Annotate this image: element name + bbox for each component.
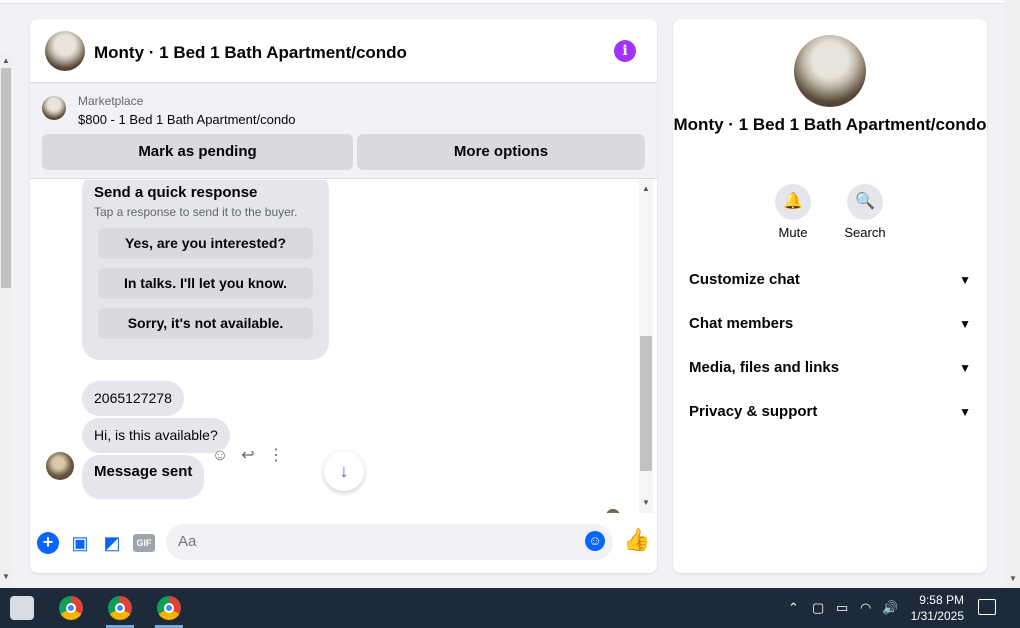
clock-time: 9:58 PM [919, 593, 964, 607]
chevron-up-icon[interactable]: ⌃ [788, 600, 799, 616]
page-scrollbar[interactable]: ▲ ▼ [0, 52, 12, 586]
volume-icon[interactable]: 🔊 [882, 600, 898, 616]
mark-as-pending-button[interactable]: Mark as pending [42, 134, 353, 170]
scrollbar-thumb[interactable] [1, 68, 11, 288]
info-icon[interactable]: i [614, 40, 636, 62]
listing-price[interactable]: $800 - 1 Bed 1 Bath Apartment/condo [78, 112, 296, 127]
chat-title[interactable]: Monty · 1 Bed 1 Bath Apartment/condo [94, 43, 407, 63]
section-label: Privacy & support [689, 403, 818, 420]
quick-response-subtitle: Tap a response to send it to the buyer. [94, 205, 298, 219]
scrollbar-thumb[interactable] [640, 336, 652, 471]
chrome-profile-icon[interactable] [108, 596, 132, 620]
chevron-down-icon: ▼ [959, 405, 971, 419]
messages-scrollbar[interactable]: ▲ ▼ [639, 180, 653, 513]
more-icon[interactable]: ⋮ [266, 446, 286, 466]
section-label: Customize chat [689, 271, 800, 288]
chevron-down-icon: ▼ [959, 273, 971, 287]
message-bubble[interactable]: Hi, is this available? [82, 418, 230, 453]
seen-indicator-avatar [606, 509, 620, 513]
customize-chat-section[interactable]: Customize chat ▼ [689, 268, 971, 292]
chrome-icon[interactable] [59, 596, 83, 620]
marketplace-label: Marketplace [78, 94, 144, 108]
privacy-support-section[interactable]: Privacy & support ▼ [689, 400, 971, 424]
notification-icon[interactable] [978, 599, 996, 615]
message-input[interactable] [166, 524, 613, 560]
section-label: Chat members [689, 315, 794, 332]
scroll-down-icon[interactable]: ▼ [642, 498, 650, 507]
conversation-name: Monty · 1 Bed 1 Bath Apartment/condo [673, 115, 987, 134]
top-bar [0, 0, 1004, 4]
marketplace-panel: Marketplace $800 - 1 Bed 1 Bath Apartmen… [30, 83, 657, 179]
sticker-icon[interactable]: ◩ [101, 532, 123, 554]
reply-icon[interactable]: ↩ [238, 446, 258, 466]
gif-icon[interactable]: GIF [133, 534, 155, 552]
wifi-icon[interactable]: ◠ [860, 600, 871, 616]
conversation-info-panel: Monty · 1 Bed 1 Bath Apartment/condo 🔔 M… [673, 19, 987, 573]
listing-thumbnail[interactable] [42, 96, 66, 120]
message-bubble[interactable]: Message sent [82, 455, 205, 499]
mute-label[interactable]: Mute [763, 225, 823, 240]
chat-members-section[interactable]: Chat members ▼ [689, 312, 971, 336]
scroll-up-icon[interactable]: ▲ [642, 184, 650, 193]
media-files-links-section[interactable]: Media, files and links ▼ [689, 356, 971, 380]
scroll-up-icon[interactable]: ▲ [2, 56, 10, 65]
profile-avatar[interactable] [794, 35, 866, 107]
react-icon[interactable]: ☺ [210, 446, 230, 466]
sender-avatar[interactable] [46, 452, 74, 480]
quick-response-option[interactable]: In talks. I'll let you know. [98, 268, 313, 299]
plus-icon[interactable]: + [37, 532, 59, 554]
meet-icon[interactable]: ▢ [812, 600, 824, 616]
system-clock[interactable]: 9:58 PM 1/31/2025 [904, 592, 964, 624]
chat-header: Monty · 1 Bed 1 Bath Apartment/condo i [30, 19, 657, 83]
app-icon[interactable] [10, 596, 34, 620]
chrome-profile-icon[interactable] [157, 596, 181, 620]
search-icon[interactable]: 🔍 [847, 184, 883, 220]
chevron-down-icon: ▼ [959, 361, 971, 375]
section-label: Media, files and links [689, 359, 840, 376]
thumbs-up-icon[interactable]: 👍 [623, 527, 650, 553]
window-scrollbar[interactable]: ▼ [1005, 0, 1020, 588]
photo-icon[interactable]: ▣ [69, 532, 91, 554]
chevron-down-icon: ▼ [959, 317, 971, 331]
message-bubble[interactable]: 2065127278 [82, 381, 184, 416]
clock-date: 1/31/2025 [910, 609, 964, 623]
scroll-to-bottom-icon[interactable]: ↓ [324, 451, 364, 491]
quick-response-title: Send a quick response [94, 184, 258, 201]
scroll-down-icon[interactable]: ▼ [1009, 574, 1017, 583]
emoji-icon[interactable]: ☺ [585, 531, 605, 551]
chat-window: Monty · 1 Bed 1 Bath Apartment/condo i M… [30, 19, 657, 573]
message-list: Send a quick response Tap a response to … [30, 180, 657, 513]
listing-avatar[interactable] [45, 31, 85, 71]
message-composer: + ▣ ◩ GIF ☺ 👍 [30, 519, 657, 573]
taskbar: ⌃ ▢ ▭ ◠ 🔊 9:58 PM 1/31/2025 [0, 588, 1020, 628]
scroll-down-icon[interactable]: ▼ [2, 572, 10, 581]
quick-response-option[interactable]: Sorry, it's not available. [98, 308, 313, 339]
quick-response-option[interactable]: Yes, are you interested? [98, 228, 313, 259]
battery-icon[interactable]: ▭ [836, 600, 848, 616]
bell-icon[interactable]: 🔔 [775, 184, 811, 220]
quick-response-card: Send a quick response Tap a response to … [82, 180, 329, 360]
search-label[interactable]: Search [835, 225, 895, 240]
more-options-button[interactable]: More options [357, 134, 645, 170]
